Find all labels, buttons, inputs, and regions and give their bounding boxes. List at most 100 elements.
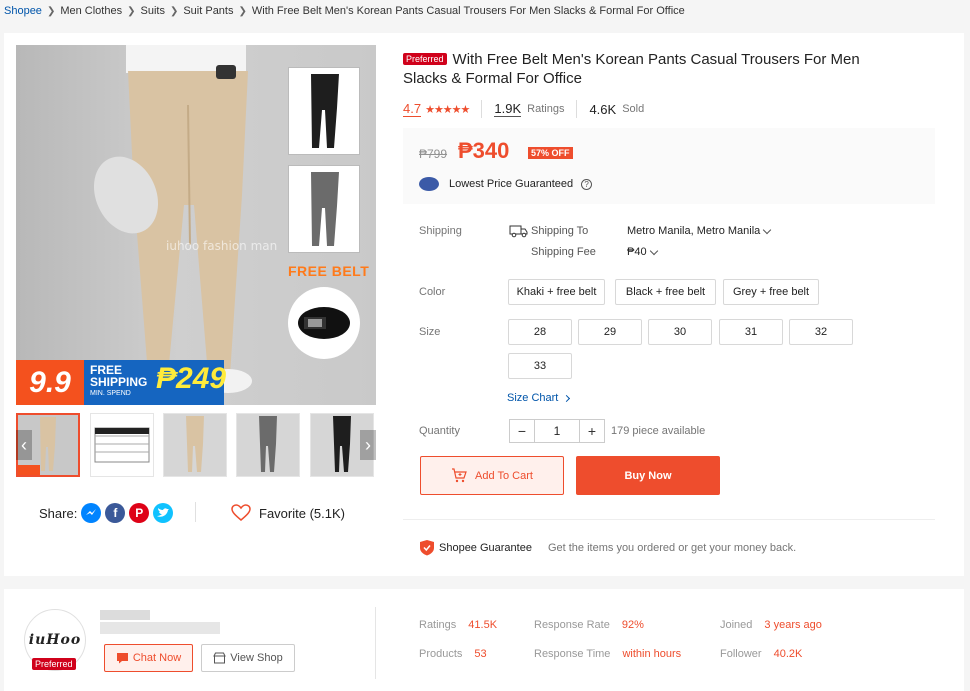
thumbnail-next-arrow-icon[interactable]: › — [360, 430, 376, 460]
current-price: ₱340 — [458, 138, 510, 163]
rating-value[interactable]: 4.7 — [403, 101, 422, 117]
size-option-32[interactable]: 32 — [789, 319, 853, 345]
size-option-30[interactable]: 30 — [648, 319, 712, 345]
truck-icon — [509, 225, 528, 238]
chevron-right-icon: ❯ — [238, 5, 247, 17]
color-option-khaki[interactable]: Khaki + free belt — [508, 279, 605, 305]
shop-stat-joined: Joined 3 years ago — [720, 619, 822, 631]
add-to-cart-label: Add To Cart — [475, 469, 533, 482]
preferred-badge: Preferred — [403, 53, 447, 65]
lowest-price-guaranteed: Lowest Price Guaranteed ? — [419, 177, 593, 191]
stock-available: 179 piece available — [611, 425, 706, 437]
chevron-right-icon: ❯ — [127, 5, 136, 17]
chat-now-label: Chat Now — [132, 652, 182, 664]
thumbnail-prev-arrow-icon[interactable]: ‹ — [16, 430, 32, 460]
breadcrumb-shopee[interactable]: Shopee — [4, 5, 42, 17]
view-shop-label: View Shop — [230, 652, 283, 664]
share-label: Share: — [39, 505, 78, 521]
stat-value: 92% — [621, 619, 644, 631]
shop-stat-follower: Follower 40.2K — [720, 648, 802, 660]
color-label: Color — [419, 286, 446, 298]
shop-icon — [213, 652, 227, 664]
thumbnail-4[interactable] — [236, 413, 300, 477]
main-product-image[interactable]: iuhoo fashion man FREE BELT 9.9 FREE SHI… — [16, 45, 376, 405]
shipping-destination: Metro Manila, Metro Manila — [627, 225, 761, 237]
share-row: Share: f P — [39, 503, 177, 523]
belt-image — [288, 287, 360, 359]
sold-count: 4.6K — [589, 101, 617, 117]
stat-label: Products — [419, 648, 463, 660]
cart-icon — [452, 468, 467, 483]
shipping-to-label: Shipping To — [531, 225, 589, 237]
chat-now-button[interactable]: Chat Now — [104, 644, 193, 672]
lowest-price-label: Lowest Price Guaranteed — [449, 178, 574, 190]
add-to-cart-button[interactable]: Add To Cart — [420, 456, 564, 495]
stat-value: 53 — [474, 648, 487, 660]
messenger-icon[interactable] — [81, 503, 102, 523]
breadcrumb-current: With Free Belt Men's Korean Pants Casual… — [251, 5, 685, 17]
sold-label: Sold — [622, 103, 645, 115]
twitter-icon[interactable] — [153, 503, 174, 523]
shop-card: iuHoo Preferred Chat Now View Shop Ratin… — [4, 589, 964, 691]
favorite-label: Favorite (5.1K) — [259, 505, 345, 521]
promo-shipping: FREE SHIPPING MIN. SPEND ₱249 — [84, 360, 226, 405]
size-option-31[interactable]: 31 — [719, 319, 783, 345]
stat-label: Follower — [720, 648, 762, 660]
size-chart-link[interactable]: Size Chart — [507, 392, 571, 404]
shipping-destination-dropdown[interactable]: Metro Manila, Metro Manila — [627, 225, 772, 237]
quantity-decrease-button[interactable]: − — [510, 420, 534, 442]
shop-name-redacted — [100, 610, 220, 640]
section-divider — [403, 519, 935, 520]
product-card: iuhoo fashion man FREE BELT 9.9 FREE SHI… — [4, 33, 964, 576]
chevron-right-icon — [563, 394, 571, 402]
help-icon[interactable]: ? — [581, 178, 593, 190]
pinterest-icon[interactable]: P — [129, 503, 150, 523]
guarantee-description: Get the items you ordered or get your mo… — [547, 541, 797, 554]
shop-stat-response-rate: Response Rate 92% — [534, 619, 644, 631]
ratings-count[interactable]: 1.9K — [494, 101, 522, 117]
stat-label: Ratings — [419, 619, 457, 631]
color-option-grey[interactable]: Grey + free belt — [723, 279, 819, 305]
size-option-28[interactable]: 28 — [508, 319, 572, 345]
breadcrumb-suit-pants[interactable]: Suit Pants — [183, 5, 233, 17]
quantity-increase-button[interactable]: + — [580, 420, 604, 442]
size-label: Size — [419, 326, 441, 338]
breadcrumb-men-clothes[interactable]: Men Clothes — [60, 5, 122, 17]
quantity-stepper: − 1 + — [509, 419, 605, 443]
size-option-33[interactable]: 33 — [508, 353, 572, 379]
shipping-fee-label: Shipping Fee — [531, 246, 596, 258]
shield-icon — [420, 540, 434, 556]
shipping-fee-dropdown[interactable]: ₱40 — [627, 246, 658, 258]
share-divider — [195, 502, 196, 522]
facebook-icon[interactable]: f — [105, 503, 126, 523]
chevron-down-icon — [763, 225, 772, 234]
chat-icon — [116, 653, 128, 664]
svg-text:iuhoo fashion man: iuhoo fashion man — [166, 239, 277, 253]
shop-stat-ratings: Ratings 41.5K — [419, 619, 497, 631]
stat-label: Response Rate — [534, 619, 610, 631]
shop-preferred-badge: Preferred — [32, 658, 76, 670]
shop-stat-response-time: Response Time within hours — [534, 648, 681, 660]
view-shop-button[interactable]: View Shop — [201, 644, 295, 672]
stat-value: 3 years ago — [764, 619, 822, 631]
guarantee-badge-icon — [419, 177, 439, 191]
quantity-input[interactable]: 1 — [534, 420, 580, 442]
color-option-black[interactable]: Black + free belt — [615, 279, 716, 305]
thumbnail-strip: ‹ › — [16, 413, 376, 479]
size-chart-label: Size Chart — [507, 392, 559, 404]
breadcrumb-suits[interactable]: Suits — [140, 5, 164, 17]
free-belt-label: FREE BELT — [288, 263, 370, 279]
rating-divider — [481, 100, 483, 118]
favorite-button[interactable]: Favorite (5.1K) — [231, 503, 345, 523]
thumbnail-2[interactable] — [90, 413, 154, 477]
product-title: Preferred With Free Belt Men's Korean Pan… — [403, 50, 903, 88]
shopee-guarantee[interactable]: Shopee Guarantee Get the items you order… — [419, 539, 796, 556]
size-option-29[interactable]: 29 — [578, 319, 642, 345]
stat-value: 40.2K — [773, 648, 803, 660]
buy-now-button[interactable]: Buy Now — [576, 456, 720, 495]
stat-label: Response Time — [534, 648, 611, 660]
thumbnail-3[interactable] — [163, 413, 227, 477]
chevron-down-icon — [649, 246, 658, 255]
chevron-right-icon: ❯ — [46, 5, 56, 17]
shop-stat-products: Products 53 — [419, 648, 487, 660]
